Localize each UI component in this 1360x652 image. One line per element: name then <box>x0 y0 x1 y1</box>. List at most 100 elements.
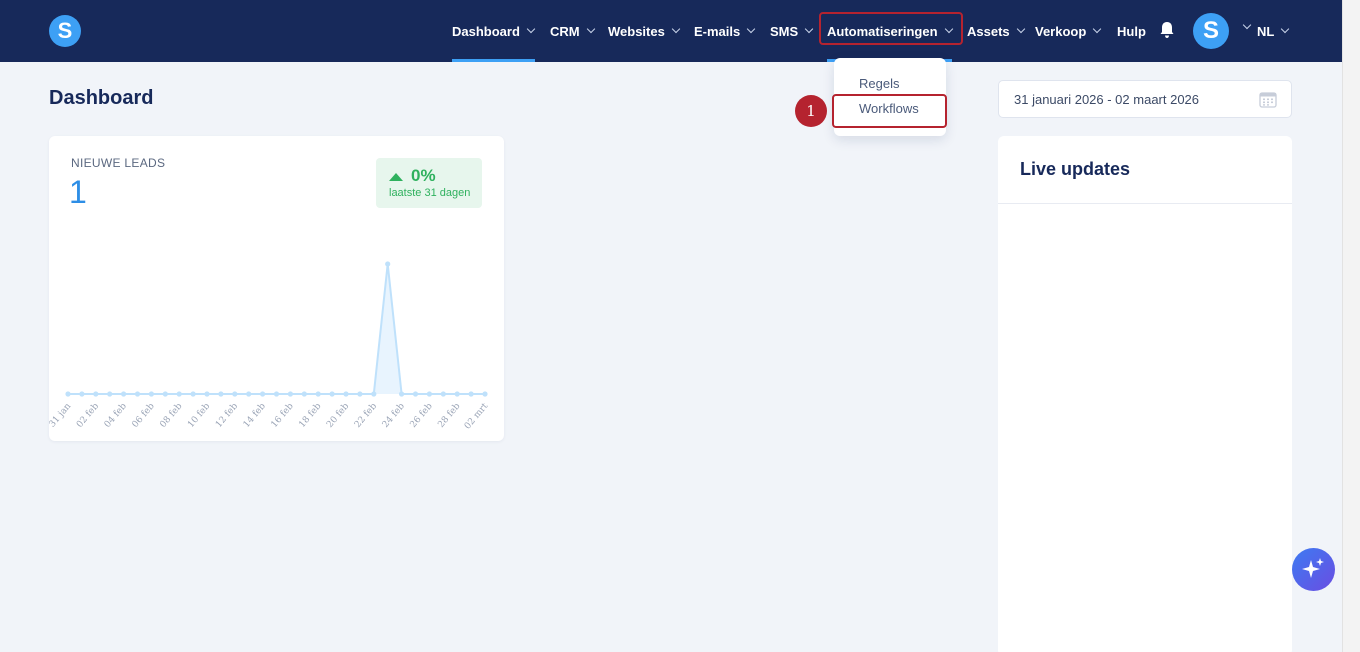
chart-point-30 <box>482 391 488 397</box>
nav-item-crm[interactable]: CRM <box>550 0 595 62</box>
chart-point-17 <box>301 391 307 397</box>
chart-point-13 <box>246 391 252 397</box>
x-tick-label: 22 feb <box>353 401 379 430</box>
automatiseringen-highlight <box>819 12 963 45</box>
arrow-up-icon <box>389 173 403 181</box>
nav-item-label: CRM <box>550 23 580 39</box>
nav-item-hulp[interactable]: Hulp <box>1117 0 1146 62</box>
x-tick-label: 04 feb <box>103 401 129 430</box>
menu-item-regels[interactable]: Regels <box>859 76 899 91</box>
chart-point-10 <box>204 391 210 397</box>
scrollbar[interactable] <box>1342 0 1360 652</box>
leads-count: 1 <box>69 174 87 210</box>
chart-point-1 <box>79 391 85 397</box>
chart-point-29 <box>468 391 474 397</box>
chevron-down-icon <box>747 24 756 34</box>
x-tick-label: 06 feb <box>131 401 157 430</box>
chart-point-27 <box>440 391 446 397</box>
chart-point-21 <box>357 391 363 397</box>
nav-item-assets[interactable]: Assets <box>967 0 1025 62</box>
user-avatar[interactable]: S <box>1193 13 1229 49</box>
chart-point-28 <box>454 391 460 397</box>
language-label: NL <box>1257 23 1275 39</box>
growth-percentage: 0% <box>411 166 436 185</box>
chart-point-2 <box>93 391 99 397</box>
chart-point-22 <box>371 391 377 397</box>
date-range-picker[interactable]: 31 januari 2026 - 02 maart 2026 <box>998 80 1292 118</box>
chart-point-12 <box>232 391 238 397</box>
active-tab-indicator <box>452 59 535 62</box>
divider <box>998 203 1292 204</box>
calendar-icon <box>1259 92 1277 108</box>
leads-label: NIEUWE LEADS <box>71 156 166 170</box>
chevron-down-icon <box>526 24 536 34</box>
chevron-down-icon <box>1016 24 1025 34</box>
app-logo[interactable]: S <box>49 15 81 47</box>
nav-item-dashboard[interactable]: Dashboard <box>452 0 536 62</box>
date-range-value: 31 januari 2026 - 02 maart 2026 <box>1014 92 1200 107</box>
nav-item-label: Websites <box>608 23 665 39</box>
bell-icon[interactable] <box>1159 21 1175 39</box>
nav-item-e-mails[interactable]: E-mails <box>694 0 756 62</box>
chart-point-4 <box>121 391 127 397</box>
growth-period: laatste 31 dagen <box>389 187 471 199</box>
nav-item-label: SMS <box>770 23 799 39</box>
x-tick-label: 08 feb <box>158 401 184 430</box>
chevron-down-icon <box>586 24 595 34</box>
x-tick-label: 10 feb <box>186 401 212 430</box>
page-title: Dashboard <box>49 87 154 109</box>
chart-point-11 <box>218 391 224 397</box>
x-tick-label: 18 feb <box>297 401 323 430</box>
chevron-down-icon <box>1093 24 1102 34</box>
chart-point-3 <box>107 391 113 397</box>
nav-item-verkoop[interactable]: Verkoop <box>1035 0 1102 62</box>
x-tick-label: 20 feb <box>325 401 351 430</box>
chart-point-5 <box>134 391 141 397</box>
chart-point-23 <box>385 261 391 267</box>
x-tick-label: 31 jan <box>49 401 73 429</box>
chart-point-26 <box>426 391 432 397</box>
chart-area <box>68 264 485 394</box>
sparkle-icon <box>1302 558 1324 578</box>
chevron-down-icon[interactable] <box>1242 20 1252 30</box>
top-nav-bar: S Dashboard CRM Websites E-mails SMS Automati… <box>0 0 1342 62</box>
chart-point-15 <box>273 391 280 397</box>
nav-item-label: Dashboard <box>452 23 520 39</box>
x-tick-label: 02 feb <box>75 401 101 430</box>
chart-point-0 <box>65 391 71 397</box>
chart-point-20 <box>343 391 349 397</box>
nav-item-label: Assets <box>967 23 1010 39</box>
chevron-down-icon <box>1281 24 1290 34</box>
chevron-down-icon <box>804 24 814 34</box>
x-tick-label: 12 feb <box>214 401 240 430</box>
chart-point-16 <box>287 391 293 397</box>
x-tick-label: 28 feb <box>436 401 462 430</box>
chart-point-8 <box>176 391 182 397</box>
chevron-down-icon <box>671 24 681 34</box>
x-tick-label: 02 mrt <box>463 401 491 431</box>
chart-point-7 <box>162 391 168 397</box>
step-badge: 1 <box>795 95 827 127</box>
ai-assistant-button[interactable] <box>1292 548 1335 591</box>
nav-item-sms[interactable]: SMS <box>770 0 814 62</box>
nav-item-websites[interactable]: Websites <box>608 0 681 62</box>
chart-point-9 <box>190 391 196 397</box>
chart-line <box>68 263 485 395</box>
chart-point-18 <box>315 391 321 397</box>
language-selector[interactable]: NL <box>1257 0 1290 62</box>
x-tick-label: 14 feb <box>242 401 268 430</box>
x-tick-label: 26 feb <box>409 401 435 430</box>
growth-badge: 0% laatste 31 dagen <box>376 158 482 208</box>
nav-item-label: Hulp <box>1117 23 1146 39</box>
new-leads-card: NIEUWE LEADS 1 0% laatste 31 dagen 31 ja… <box>49 136 504 441</box>
chart-point-24 <box>399 391 405 397</box>
workflows-highlight <box>832 94 947 128</box>
nav-item-label: Verkoop <box>1035 23 1087 39</box>
leads-chart: 31 jan 02 feb 04 feb 06 feb 08 feb 10 feb 12 f… <box>49 261 491 432</box>
chart-point-25 <box>412 391 419 397</box>
live-updates-title: Live updates <box>1020 159 1131 179</box>
x-tick-label: 16 feb <box>270 401 296 430</box>
chart-point-14 <box>260 391 266 397</box>
chart-point-19 <box>329 391 335 397</box>
chart-point-6 <box>148 391 154 397</box>
